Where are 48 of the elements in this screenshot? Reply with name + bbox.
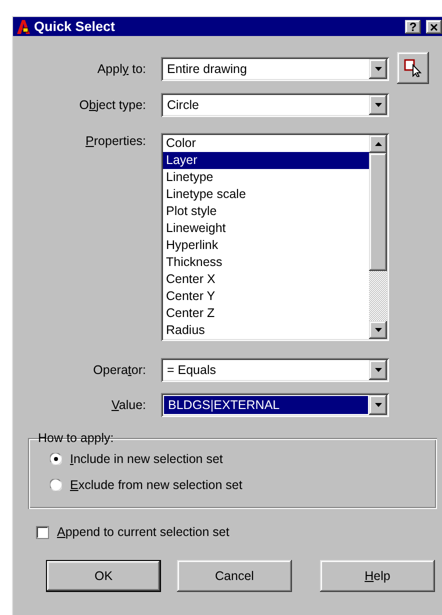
dropdown-button[interactable] (369, 395, 387, 415)
dropdown-button[interactable] (369, 59, 387, 79)
field-label: Operator: (93, 362, 146, 379)
group-title: How to apply: (37, 431, 115, 445)
window-title: Quick Select (34, 19, 116, 34)
dropdown-field[interactable]: Circle (161, 93, 389, 117)
scroll-up-button[interactable] (369, 135, 387, 153)
field-label: Value: (111, 397, 146, 414)
list-item[interactable]: Plot style (163, 203, 369, 220)
dropdown-field[interactable]: = Equals (161, 358, 389, 382)
caret-icon (374, 103, 382, 107)
scroll-down-button[interactable] (369, 321, 387, 339)
list-item[interactable]: Lineweight (163, 220, 369, 237)
list-item[interactable]: Linetype (163, 169, 369, 186)
caret-icon (374, 368, 382, 372)
dialog-button[interactable]: Cancel (177, 560, 292, 592)
pick-cursor-icon (404, 59, 422, 77)
close-button[interactable]: × (426, 20, 442, 34)
list-item[interactable]: Center X (163, 271, 369, 288)
app-icon (15, 18, 31, 34)
list-item[interactable]: Color (163, 135, 369, 152)
list-item[interactable]: Layer (163, 152, 369, 169)
select-objects-button[interactable] (397, 52, 429, 84)
dropdown-button[interactable] (369, 360, 387, 380)
list-item[interactable]: Thickness (163, 254, 369, 271)
field-label: Properties: (86, 133, 146, 150)
dialog-button[interactable]: Help (320, 560, 435, 592)
dropdown-field[interactable]: Entire drawing (161, 57, 389, 81)
up-arrow-icon (374, 142, 382, 146)
list-item[interactable]: Linetype scale (163, 186, 369, 203)
radio-button[interactable]: Include in new selection set (50, 451, 223, 467)
list-item[interactable]: Radius (163, 322, 369, 339)
checkbox[interactable]: Append to current selection set (36, 524, 230, 540)
caret-icon (374, 403, 382, 407)
down-arrow-icon (374, 328, 382, 332)
field-label: Object type: (79, 97, 146, 114)
list-item[interactable]: Hyperlink (163, 237, 369, 254)
dropdown-field[interactable]: BLDGS|EXTERNAL (161, 393, 389, 417)
radio-button[interactable]: Exclude from new selection set (50, 477, 242, 493)
field-label: Apply to: (97, 61, 146, 78)
scrollbar[interactable] (369, 135, 387, 339)
list-item[interactable]: Center Z (163, 305, 369, 322)
dialog-button[interactable]: OK (46, 560, 161, 592)
help-button[interactable]: ? (405, 20, 421, 34)
caret-icon (374, 67, 382, 71)
list-item[interactable]: Center Y (163, 288, 369, 305)
scrollbar-thumb[interactable] (369, 153, 387, 271)
dropdown-button[interactable] (369, 95, 387, 115)
